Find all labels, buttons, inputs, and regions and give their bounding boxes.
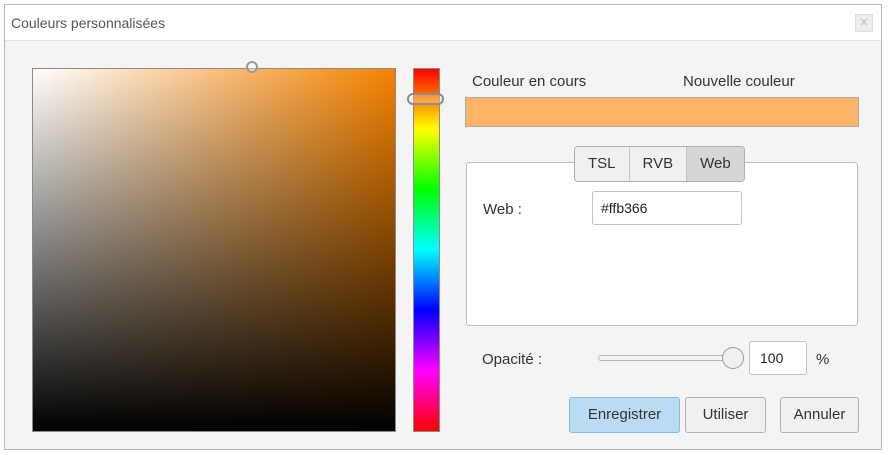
current-color-swatch (466, 98, 662, 126)
color-format-panel (466, 162, 858, 326)
web-color-input[interactable] (592, 191, 742, 225)
hue-slider-handle[interactable] (407, 93, 444, 105)
color-selector-handle[interactable] (246, 61, 258, 73)
opacity-label: Opacité : (482, 351, 543, 368)
use-button[interactable]: Utiliser (685, 397, 766, 433)
new-color-label: Nouvelle couleur (683, 73, 795, 90)
tab-tsl[interactable]: TSL (575, 147, 630, 181)
close-icon[interactable]: ✕ (855, 14, 873, 32)
current-color-label: Couleur en cours (472, 73, 587, 90)
title-bar: Couleurs personnalisées ✕ (5, 5, 881, 41)
saturation-brightness-area[interactable] (32, 61, 396, 432)
tab-web[interactable]: Web (687, 147, 744, 181)
opacity-input[interactable] (749, 341, 807, 375)
opacity-slider[interactable] (598, 355, 733, 361)
opacity-unit: % (816, 351, 830, 368)
tab-rvb[interactable]: RVB (630, 147, 688, 181)
hue-slider[interactable] (407, 68, 444, 432)
color-format-tabs: TSL RVB Web (574, 146, 745, 182)
save-button[interactable]: Enregistrer (569, 397, 680, 433)
opacity-slider-handle[interactable] (722, 347, 744, 369)
dialog-title: Couleurs personnalisées (11, 15, 166, 31)
cancel-button[interactable]: Annuler (780, 397, 859, 433)
web-label: Web : (483, 201, 522, 218)
brightness-gradient (33, 69, 395, 431)
new-color-swatch (662, 98, 858, 126)
color-preview (465, 97, 859, 127)
